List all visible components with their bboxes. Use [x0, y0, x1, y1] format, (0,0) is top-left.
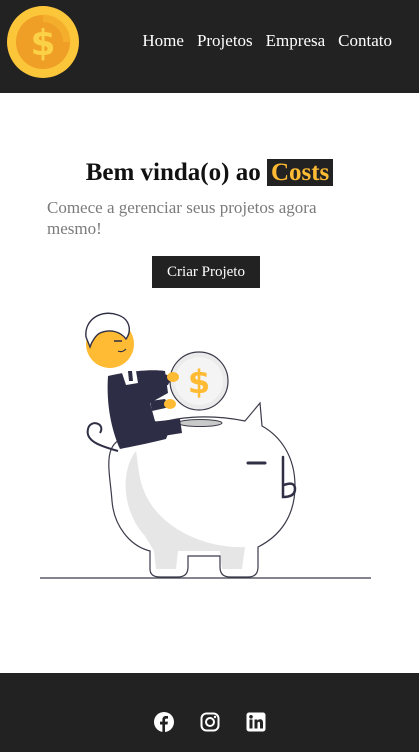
instagram-link[interactable]: [200, 712, 220, 732]
facebook-icon: [153, 712, 174, 732]
piggy-bank-illustration: $: [40, 312, 371, 579]
svg-text:$: $: [30, 23, 55, 64]
nav-link-empresa[interactable]: Empresa: [266, 31, 325, 50]
nav-link-contato[interactable]: Contato: [338, 31, 392, 50]
navbar: $ Home Projetos Empresa Contato: [0, 0, 419, 93]
linkedin-icon: [246, 712, 265, 732]
linkedin-link[interactable]: [246, 712, 266, 732]
create-project-button[interactable]: Criar Projeto: [152, 256, 260, 288]
footer: [0, 673, 419, 752]
brand-highlight: Costs: [266, 159, 334, 186]
social-links: [0, 712, 419, 732]
dollar-coin-icon: $: [7, 6, 79, 78]
title-prefix: Bem vinda(o) ao: [85, 159, 261, 186]
nav-menu: Home Projetos Empresa Contato: [142, 31, 392, 51]
hero-section: Bem vinda(o) ao Costs Comece a gerenciar…: [0, 93, 419, 673]
nav-link-projetos[interactable]: Projetos: [197, 31, 253, 50]
instagram-icon: [200, 712, 219, 732]
page-title: Bem vinda(o) ao Costs: [0, 159, 419, 187]
hero-subtitle: Comece a gerenciar seus projetos agora m…: [47, 198, 317, 238]
facebook-link[interactable]: [153, 712, 174, 732]
nav-link-home[interactable]: Home: [142, 31, 184, 50]
svg-text:$: $: [188, 363, 210, 401]
